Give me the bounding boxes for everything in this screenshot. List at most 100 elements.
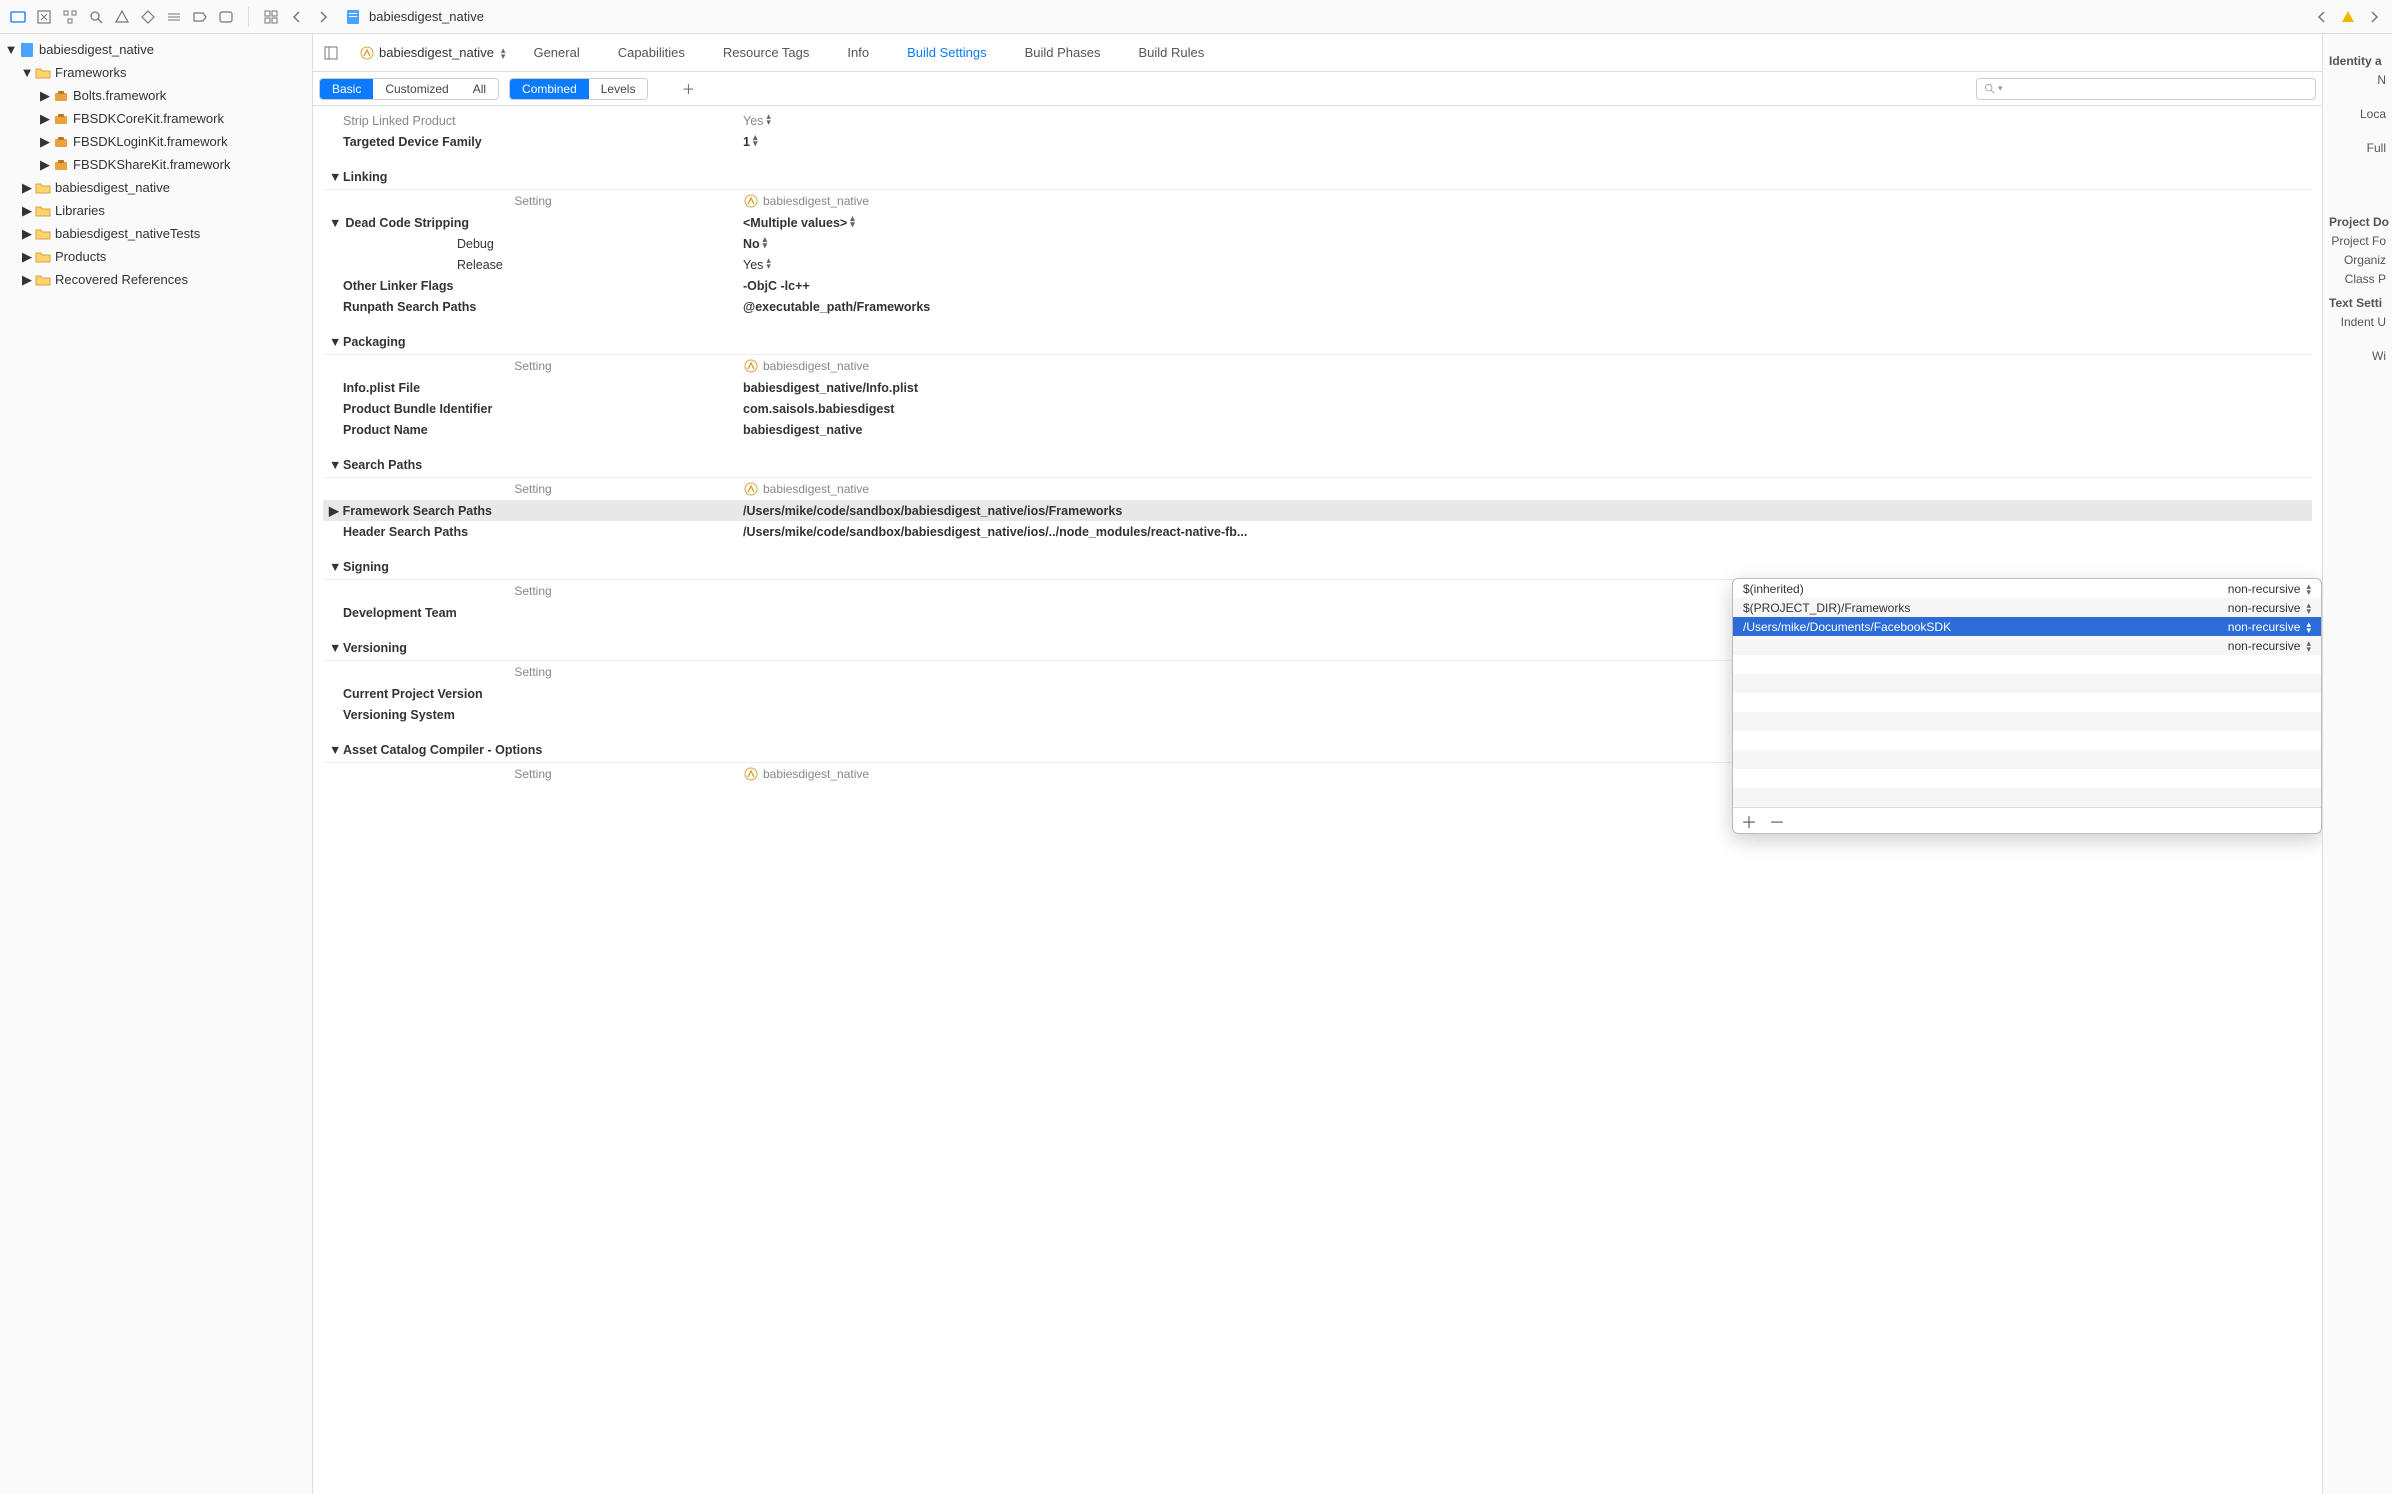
disclosure-triangle-icon[interactable]: ▶ — [40, 137, 50, 147]
tab-resource-tags[interactable]: Resource Tags — [713, 34, 819, 71]
folder-item[interactable]: ▶ babiesdigest_nativeTests — [0, 222, 312, 245]
path-row[interactable]: $(inherited) non-recursive▴▾ — [1733, 579, 2321, 598]
setting-key[interactable]: ▼Dead Code Stripping — [323, 216, 743, 230]
add-path-button[interactable]: ＋ — [1741, 809, 1757, 833]
path-row-empty[interactable] — [1733, 788, 2321, 807]
disclosure-triangle-icon[interactable]: ▶ — [22, 252, 32, 262]
setting-value[interactable]: @executable_path/Frameworks — [743, 300, 2312, 314]
back-icon[interactable] — [287, 7, 307, 27]
next-issue-icon[interactable] — [2364, 7, 2384, 27]
breakpoint-icon[interactable] — [190, 7, 210, 27]
framework-item[interactable]: ▶ FBSDKShareKit.framework — [0, 153, 312, 176]
disclosure-triangle-icon[interactable]: ▶ — [40, 114, 50, 124]
tab-info[interactable]: Info — [837, 34, 879, 71]
setting-value[interactable]: <Multiple values>▴▾ — [743, 215, 2312, 230]
setting-key[interactable]: Product Bundle Identifier — [323, 402, 743, 416]
section-packaging[interactable]: ▼Packaging — [323, 329, 2312, 355]
folder-item[interactable]: ▶ Products — [0, 245, 312, 268]
disclosure-triangle-icon[interactable]: ▼ — [22, 68, 32, 78]
prev-issue-icon[interactable] — [2312, 7, 2332, 27]
setting-key[interactable]: Debug — [323, 237, 743, 251]
build-settings-table[interactable]: Strip Linked Product Yes▴▾ Targeted Devi… — [313, 106, 2322, 1494]
setting-value[interactable]: Yes▴▾ — [743, 257, 2312, 272]
setting-value[interactable]: /Users/mike/code/sandbox/babiesdigest_na… — [743, 525, 2312, 539]
setting-value[interactable]: No▴▾ — [743, 236, 2312, 251]
framework-item[interactable]: ▶ FBSDKLoginKit.framework — [0, 130, 312, 153]
disclosure-triangle-icon[interactable]: ▶ — [40, 91, 50, 101]
disclosure-triangle-icon[interactable]: ▶ — [40, 160, 50, 170]
path-row-empty[interactable] — [1733, 769, 2321, 788]
test-icon[interactable] — [138, 7, 158, 27]
folder-item[interactable]: ▶ babiesdigest_native — [0, 176, 312, 199]
setting-key[interactable]: Development Team — [323, 606, 743, 620]
project-navigator[interactable]: ▼ babiesdigest_native ▼ Frameworks ▶ Bol… — [0, 34, 313, 1494]
disclosure-triangle-icon[interactable]: ▶ — [22, 183, 32, 193]
recurse-select[interactable]: non-recursive▴▾ — [2211, 639, 2311, 653]
setting-key[interactable]: ▶Framework Search Paths — [323, 503, 743, 518]
path-row[interactable]: non-recursive▴▾ — [1733, 636, 2321, 655]
remove-path-button[interactable]: － — [1769, 809, 1785, 833]
path-row-empty[interactable] — [1733, 693, 2321, 712]
disclosure-triangle-icon[interactable]: ▶ — [22, 206, 32, 216]
jump-bar[interactable]: babiesdigest_native — [345, 9, 484, 25]
frameworks-group[interactable]: ▼ Frameworks — [0, 61, 312, 84]
seg-all[interactable]: All — [461, 79, 498, 99]
path-row[interactable]: /Users/mike/Documents/FacebookSDK non-re… — [1733, 617, 2321, 636]
forward-icon[interactable] — [313, 7, 333, 27]
path-value[interactable]: $(inherited) — [1743, 582, 2211, 596]
folder-item[interactable]: ▶ Recovered References — [0, 268, 312, 291]
disclosure-triangle-icon[interactable]: ▶ — [22, 229, 32, 239]
recurse-select[interactable]: non-recursive▴▾ — [2211, 582, 2311, 596]
path-value[interactable]: $(PROJECT_DIR)/Frameworks — [1743, 601, 2211, 615]
path-row-empty[interactable] — [1733, 750, 2321, 769]
setting-key[interactable]: Header Search Paths — [323, 525, 743, 539]
tab-build-rules[interactable]: Build Rules — [1128, 34, 1214, 71]
path-row-empty[interactable] — [1733, 712, 2321, 731]
target-list-icon[interactable] — [321, 43, 341, 63]
recurse-select[interactable]: non-recursive▴▾ — [2211, 620, 2311, 634]
section-signing[interactable]: ▼Signing — [323, 554, 2312, 580]
path-value[interactable]: /Users/mike/Documents/FacebookSDK — [1743, 620, 2211, 634]
seg-combined[interactable]: Combined — [510, 79, 589, 99]
debug-icon[interactable] — [164, 7, 184, 27]
issue-warning-icon[interactable] — [2338, 7, 2358, 27]
setting-key[interactable]: Info.plist File — [323, 381, 743, 395]
folder-icon[interactable] — [8, 7, 28, 27]
hierarchy-icon[interactable] — [60, 7, 80, 27]
tab-build-phases[interactable]: Build Phases — [1015, 34, 1111, 71]
project-root[interactable]: ▼ babiesdigest_native — [0, 38, 312, 61]
framework-item[interactable]: ▶ Bolts.framework — [0, 84, 312, 107]
path-row-empty[interactable] — [1733, 655, 2321, 674]
setting-key[interactable]: Current Project Version — [323, 687, 743, 701]
warning-icon[interactable] — [112, 7, 132, 27]
framework-item[interactable]: ▶ FBSDKCoreKit.framework — [0, 107, 312, 130]
disclosure-triangle-icon[interactable]: ▶ — [22, 275, 32, 285]
section-search-paths[interactable]: ▼Search Paths — [323, 452, 2312, 478]
setting-key[interactable]: Versioning System — [323, 708, 743, 722]
setting-value[interactable]: com.saisols.babiesdigest — [743, 402, 2312, 416]
path-row-empty[interactable] — [1733, 674, 2321, 693]
setting-key[interactable]: Strip Linked Product — [323, 114, 743, 128]
seg-levels[interactable]: Levels — [589, 79, 648, 99]
setting-value[interactable]: -ObjC -lc++ — [743, 279, 2312, 293]
level-segmented[interactable]: Combined Levels — [509, 78, 648, 100]
setting-value[interactable]: babiesdigest_native — [743, 423, 2312, 437]
folder-item[interactable]: ▶ Libraries — [0, 199, 312, 222]
tab-general[interactable]: General — [523, 34, 589, 71]
add-setting-icon[interactable]: ＋ — [678, 79, 698, 99]
symbol-nav-icon[interactable] — [34, 7, 54, 27]
setting-key[interactable]: Other Linker Flags — [323, 279, 743, 293]
path-row[interactable]: $(PROJECT_DIR)/Frameworks non-recursive▴… — [1733, 598, 2321, 617]
setting-key[interactable]: Runpath Search Paths — [323, 300, 743, 314]
setting-value[interactable]: Yes▴▾ — [743, 113, 2312, 128]
related-items-icon[interactable] — [261, 7, 281, 27]
search-input[interactable]: ▾ — [1976, 78, 2316, 100]
disclosure-triangle-icon[interactable]: ▼ — [6, 45, 16, 55]
path-row-empty[interactable] — [1733, 731, 2321, 750]
setting-key[interactable]: Product Name — [323, 423, 743, 437]
tab-capabilities[interactable]: Capabilities — [608, 34, 695, 71]
recurse-select[interactable]: non-recursive▴▾ — [2211, 601, 2311, 615]
setting-key[interactable]: Targeted Device Family — [323, 135, 743, 149]
setting-value[interactable]: babiesdigest_native/Info.plist — [743, 381, 2312, 395]
chevron-down-icon[interactable]: ▾ — [1998, 83, 2003, 94]
